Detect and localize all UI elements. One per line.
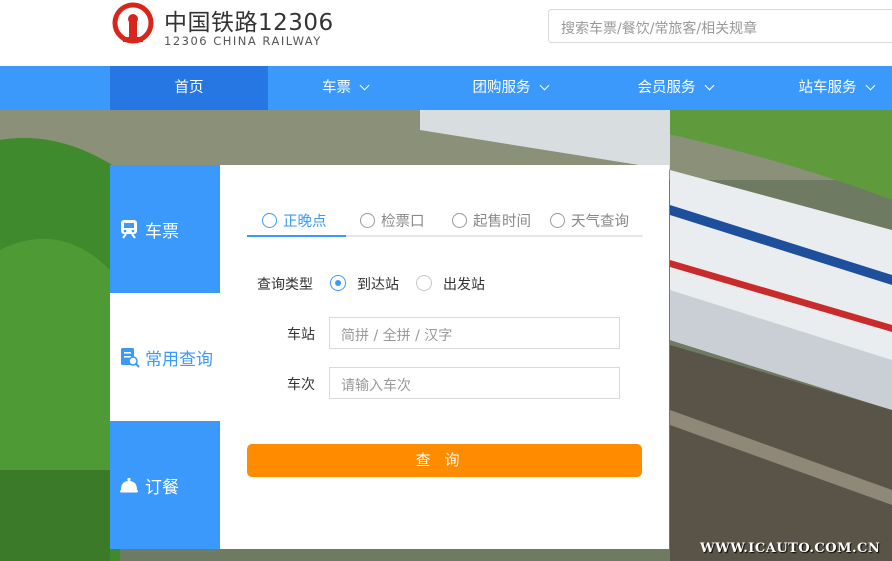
nav-item-label: 团购服务 (472, 80, 531, 96)
side-tab-common-query[interactable]: 常用查询 (110, 293, 220, 421)
train-icon (121, 220, 137, 239)
station-input[interactable]: 简拼 / 全拼 / 汉字 (329, 317, 620, 349)
nav-item-label: 首页 (174, 80, 204, 96)
nav-item-group-service[interactable]: 团购服务 (450, 66, 570, 110)
main-nav: 首页 车票 团购服务 会员服务 站车服务 (0, 66, 892, 110)
train-number-input[interactable]: 请输入车次 (329, 367, 620, 399)
tab-delay-status[interactable]: 正晚点 (262, 205, 327, 235)
query-tabs: 正晚点 检票口 起售时间 天气查询 (247, 205, 643, 237)
timer-icon (452, 212, 467, 228)
station-label: 车站 (287, 327, 315, 343)
chevron-down-icon (359, 80, 370, 91)
railway-logo-icon[interactable] (110, 2, 156, 48)
brand-title[interactable]: 中国铁路12306 (164, 3, 334, 37)
chevron-down-icon (865, 80, 875, 91)
chevron-down-icon (539, 80, 549, 91)
search-placeholder: 搜索车票/餐饮/常旅客/相关规章 (561, 21, 758, 37)
weather-icon (550, 212, 565, 228)
gate-icon (360, 212, 375, 228)
tab-ticket-gate[interactable]: 检票口 (360, 205, 425, 235)
watermark-text: WWW.ICAUTO.COM.CN (700, 541, 881, 556)
side-tab-tickets[interactable]: 车票 (110, 165, 220, 293)
site-search-input[interactable]: 搜索车票/餐饮/常旅客/相关规章 (548, 9, 892, 43)
side-tab-label: 常用查询 (145, 349, 213, 370)
nav-item-label: 会员服务 (637, 80, 696, 96)
train-number-label: 车次 (287, 377, 315, 393)
site-header: 中国铁路12306 12306 CHINA RAILWAY 搜索车票/餐饮/常旅… (0, 0, 892, 66)
query-button[interactable]: 查询 (247, 444, 642, 477)
tab-label: 检票口 (381, 213, 425, 230)
radio-arrive-label[interactable]: 到达站 (357, 274, 399, 294)
side-tab-label: 订餐 (145, 477, 179, 498)
nav-item-member-service[interactable]: 会员服务 (615, 66, 735, 110)
tab-label: 正晚点 (283, 213, 327, 230)
station-placeholder: 简拼 / 全拼 / 汉字 (341, 328, 453, 344)
clock-icon (262, 212, 277, 228)
tab-weather[interactable]: 天气查询 (550, 205, 629, 235)
tab-label: 天气查询 (571, 213, 629, 230)
chevron-down-icon (704, 80, 714, 91)
nav-item-tickets[interactable]: 车票 (290, 66, 400, 110)
query-panel: 正晚点 检票口 起售时间 天气查询 查询类型 到达站 出发站 车站 简拼 / 全… (220, 165, 669, 549)
meal-bell-icon (120, 477, 138, 493)
query-icon (121, 348, 140, 368)
nav-item-label: 站车服务 (798, 80, 857, 96)
nav-item-station-service[interactable]: 站车服务 (780, 66, 892, 110)
radio-depart-label[interactable]: 出发站 (443, 274, 485, 294)
radio-arrive-station[interactable] (330, 275, 346, 291)
nav-item-label: 车票 (322, 80, 351, 96)
train-number-placeholder: 请输入车次 (341, 378, 411, 394)
radio-depart-station[interactable] (416, 275, 432, 291)
query-type-label: 查询类型 (257, 277, 313, 293)
tab-sale-time[interactable]: 起售时间 (452, 205, 531, 235)
tab-label: 起售时间 (473, 213, 531, 230)
side-tab-label: 车票 (145, 221, 179, 242)
side-menu: 车票 常用查询 订餐 (110, 165, 220, 549)
active-tab-underline (247, 235, 346, 237)
brand-subtitle: 12306 CHINA RAILWAY (164, 34, 322, 48)
nav-item-home[interactable]: 首页 (110, 66, 268, 110)
side-tab-meal[interactable]: 订餐 (110, 421, 220, 549)
